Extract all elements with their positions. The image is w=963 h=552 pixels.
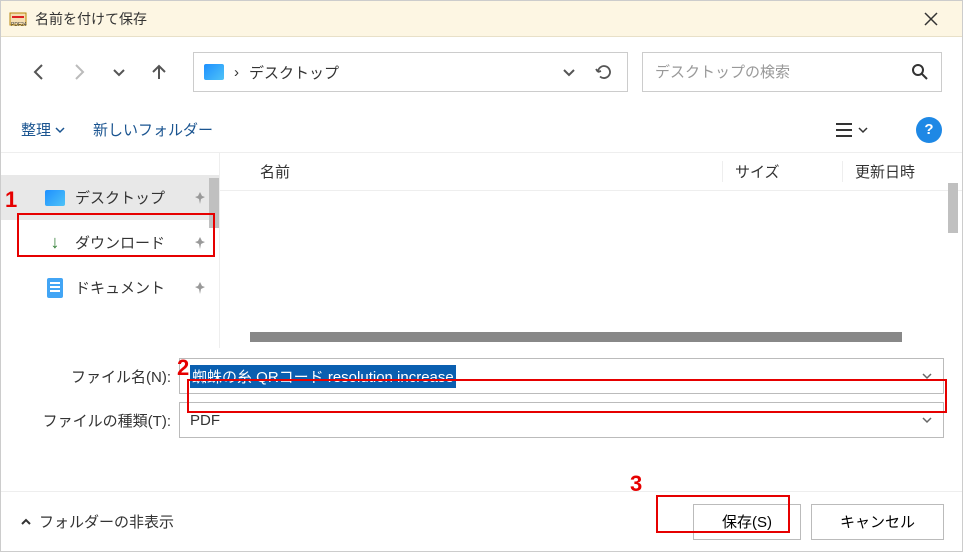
- search-box[interactable]: [642, 52, 942, 92]
- file-scrollbar-vertical[interactable]: [948, 183, 958, 233]
- new-folder-button[interactable]: 新しいフォルダー: [93, 119, 213, 140]
- up-button[interactable]: [141, 54, 177, 90]
- filetype-label: ファイルの種類(T):: [19, 410, 179, 431]
- sidebar-item-label: ドキュメント: [75, 277, 165, 298]
- toolbar: 整理 新しいフォルダー ?: [1, 107, 962, 153]
- filename-value[interactable]: 蜘蛛の糸 QRコード resolution increase: [190, 365, 456, 388]
- address-bar[interactable]: › デスクトップ: [193, 52, 628, 92]
- filename-field[interactable]: 蜘蛛の糸 QRコード resolution increase: [179, 358, 944, 394]
- filename-dropdown-icon[interactable]: [921, 370, 933, 382]
- annotation-3: 3: [630, 471, 642, 497]
- breadcrumb-sep: ›: [234, 64, 239, 81]
- nav-bar: › デスクトップ: [1, 37, 962, 107]
- help-button[interactable]: ?: [916, 117, 942, 143]
- footer: フォルダーの非表示 保存(S) キャンセル: [1, 491, 962, 551]
- address-dropdown[interactable]: [557, 60, 581, 84]
- titlebar: PDF24 名前を付けて保存: [1, 1, 962, 37]
- column-date[interactable]: 更新日時: [842, 161, 962, 182]
- download-icon: ↓: [45, 235, 65, 251]
- svg-text:PDF24: PDF24: [11, 22, 27, 28]
- filetype-dropdown-icon[interactable]: [921, 414, 933, 426]
- breadcrumb-location[interactable]: デスクトップ: [249, 62, 339, 83]
- sidebar: デスクトップ ↓ ダウンロード ドキュメント: [1, 153, 219, 348]
- document-icon: [45, 280, 65, 296]
- file-scrollbar-horizontal[interactable]: [250, 332, 902, 342]
- close-button[interactable]: [908, 1, 954, 37]
- refresh-button[interactable]: [591, 59, 617, 85]
- sidebar-item-label: ダウンロード: [75, 232, 165, 253]
- view-menu[interactable]: [826, 118, 876, 142]
- chevron-up-icon: [19, 515, 33, 529]
- filename-row: ファイル名(N): 蜘蛛の糸 QRコード resolution increase: [19, 358, 944, 394]
- sidebar-scrollbar[interactable]: [209, 178, 219, 228]
- save-button[interactable]: 保存(S): [693, 504, 801, 540]
- search-input[interactable]: [655, 64, 911, 81]
- sidebar-item-documents[interactable]: ドキュメント: [1, 265, 219, 310]
- pin-icon[interactable]: [193, 191, 207, 205]
- organize-label: 整理: [21, 119, 51, 140]
- form-area: ファイル名(N): 蜘蛛の糸 QRコード resolution increase…: [1, 348, 962, 452]
- pin-icon[interactable]: [193, 236, 207, 250]
- desktop-icon: [45, 190, 65, 206]
- filename-label: ファイル名(N):: [19, 366, 179, 387]
- filetype-value: PDF: [190, 412, 220, 429]
- hide-folders-label: フォルダーの非表示: [39, 511, 174, 532]
- file-list-pane: 名前 サイズ 更新日時: [219, 153, 962, 348]
- hide-folders-toggle[interactable]: フォルダーの非表示: [19, 511, 174, 532]
- folder-icon: [204, 64, 224, 80]
- recent-dropdown[interactable]: [101, 54, 137, 90]
- search-icon[interactable]: [911, 63, 929, 81]
- new-folder-label: 新しいフォルダー: [93, 119, 213, 140]
- file-header: 名前 サイズ 更新日時: [220, 153, 962, 191]
- filetype-row: ファイルの種類(T): PDF: [19, 402, 944, 438]
- pin-icon[interactable]: [193, 281, 207, 295]
- column-size[interactable]: サイズ: [722, 161, 842, 182]
- organize-menu[interactable]: 整理: [21, 119, 65, 140]
- back-button[interactable]: [21, 54, 57, 90]
- filetype-field[interactable]: PDF: [179, 402, 944, 438]
- help-label: ?: [924, 121, 933, 138]
- sidebar-item-desktop[interactable]: デスクトップ: [1, 175, 219, 220]
- column-name[interactable]: 名前: [260, 161, 722, 182]
- sidebar-item-downloads[interactable]: ↓ ダウンロード: [1, 220, 219, 265]
- annotation-1: 1: [5, 187, 17, 213]
- forward-button[interactable]: [61, 54, 97, 90]
- cancel-button[interactable]: キャンセル: [811, 504, 944, 540]
- window-title: 名前を付けて保存: [35, 9, 908, 29]
- app-icon: PDF24: [9, 10, 27, 28]
- annotation-2: 2: [177, 355, 189, 381]
- sidebar-item-label: デスクトップ: [75, 187, 165, 208]
- main-area: デスクトップ ↓ ダウンロード ドキュメント 名前 サイズ 更新日時: [1, 153, 962, 348]
